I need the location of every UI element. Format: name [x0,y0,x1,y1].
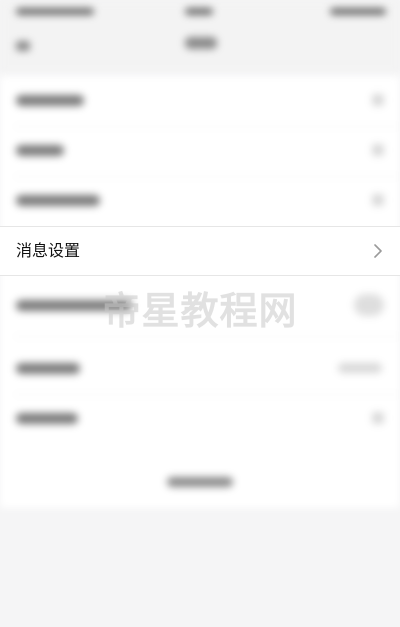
button-label-placeholder [167,477,233,487]
chevron-right-icon [374,244,382,258]
message-settings-label: 消息设置 [16,241,81,260]
chevron-right-icon [372,194,384,206]
logout-button[interactable] [0,458,400,508]
settings-row[interactable] [0,344,400,394]
toggle-switch[interactable] [354,294,384,316]
chevron-right-icon [372,144,384,156]
row-label-placeholder [16,363,80,374]
watermark: 帝星教程网 [102,289,298,333]
message-settings-row[interactable]: 消息设置 [0,226,400,276]
settings-row[interactable] [0,76,400,126]
page-title-placeholder [185,37,217,49]
status-bar-time-placeholder [185,8,213,15]
navigation-bar [0,24,400,74]
status-bar-right-placeholder [330,8,386,15]
settings-row[interactable] [0,176,400,226]
row-label-placeholder [16,145,64,156]
chevron-right-icon [372,94,384,106]
status-bar-left-placeholder [16,8,94,15]
back-icon[interactable] [16,41,30,51]
row-label-placeholder [16,195,100,206]
row-value-placeholder [338,363,382,373]
chevron-right-icon [372,412,384,424]
divider [14,336,400,337]
screen: 消息设置 帝星教程网 [0,0,400,627]
settings-row[interactable] [0,394,400,444]
row-label-placeholder [16,95,84,106]
status-bar [0,0,400,24]
row-label-placeholder [16,413,78,424]
settings-row[interactable] [0,126,400,176]
